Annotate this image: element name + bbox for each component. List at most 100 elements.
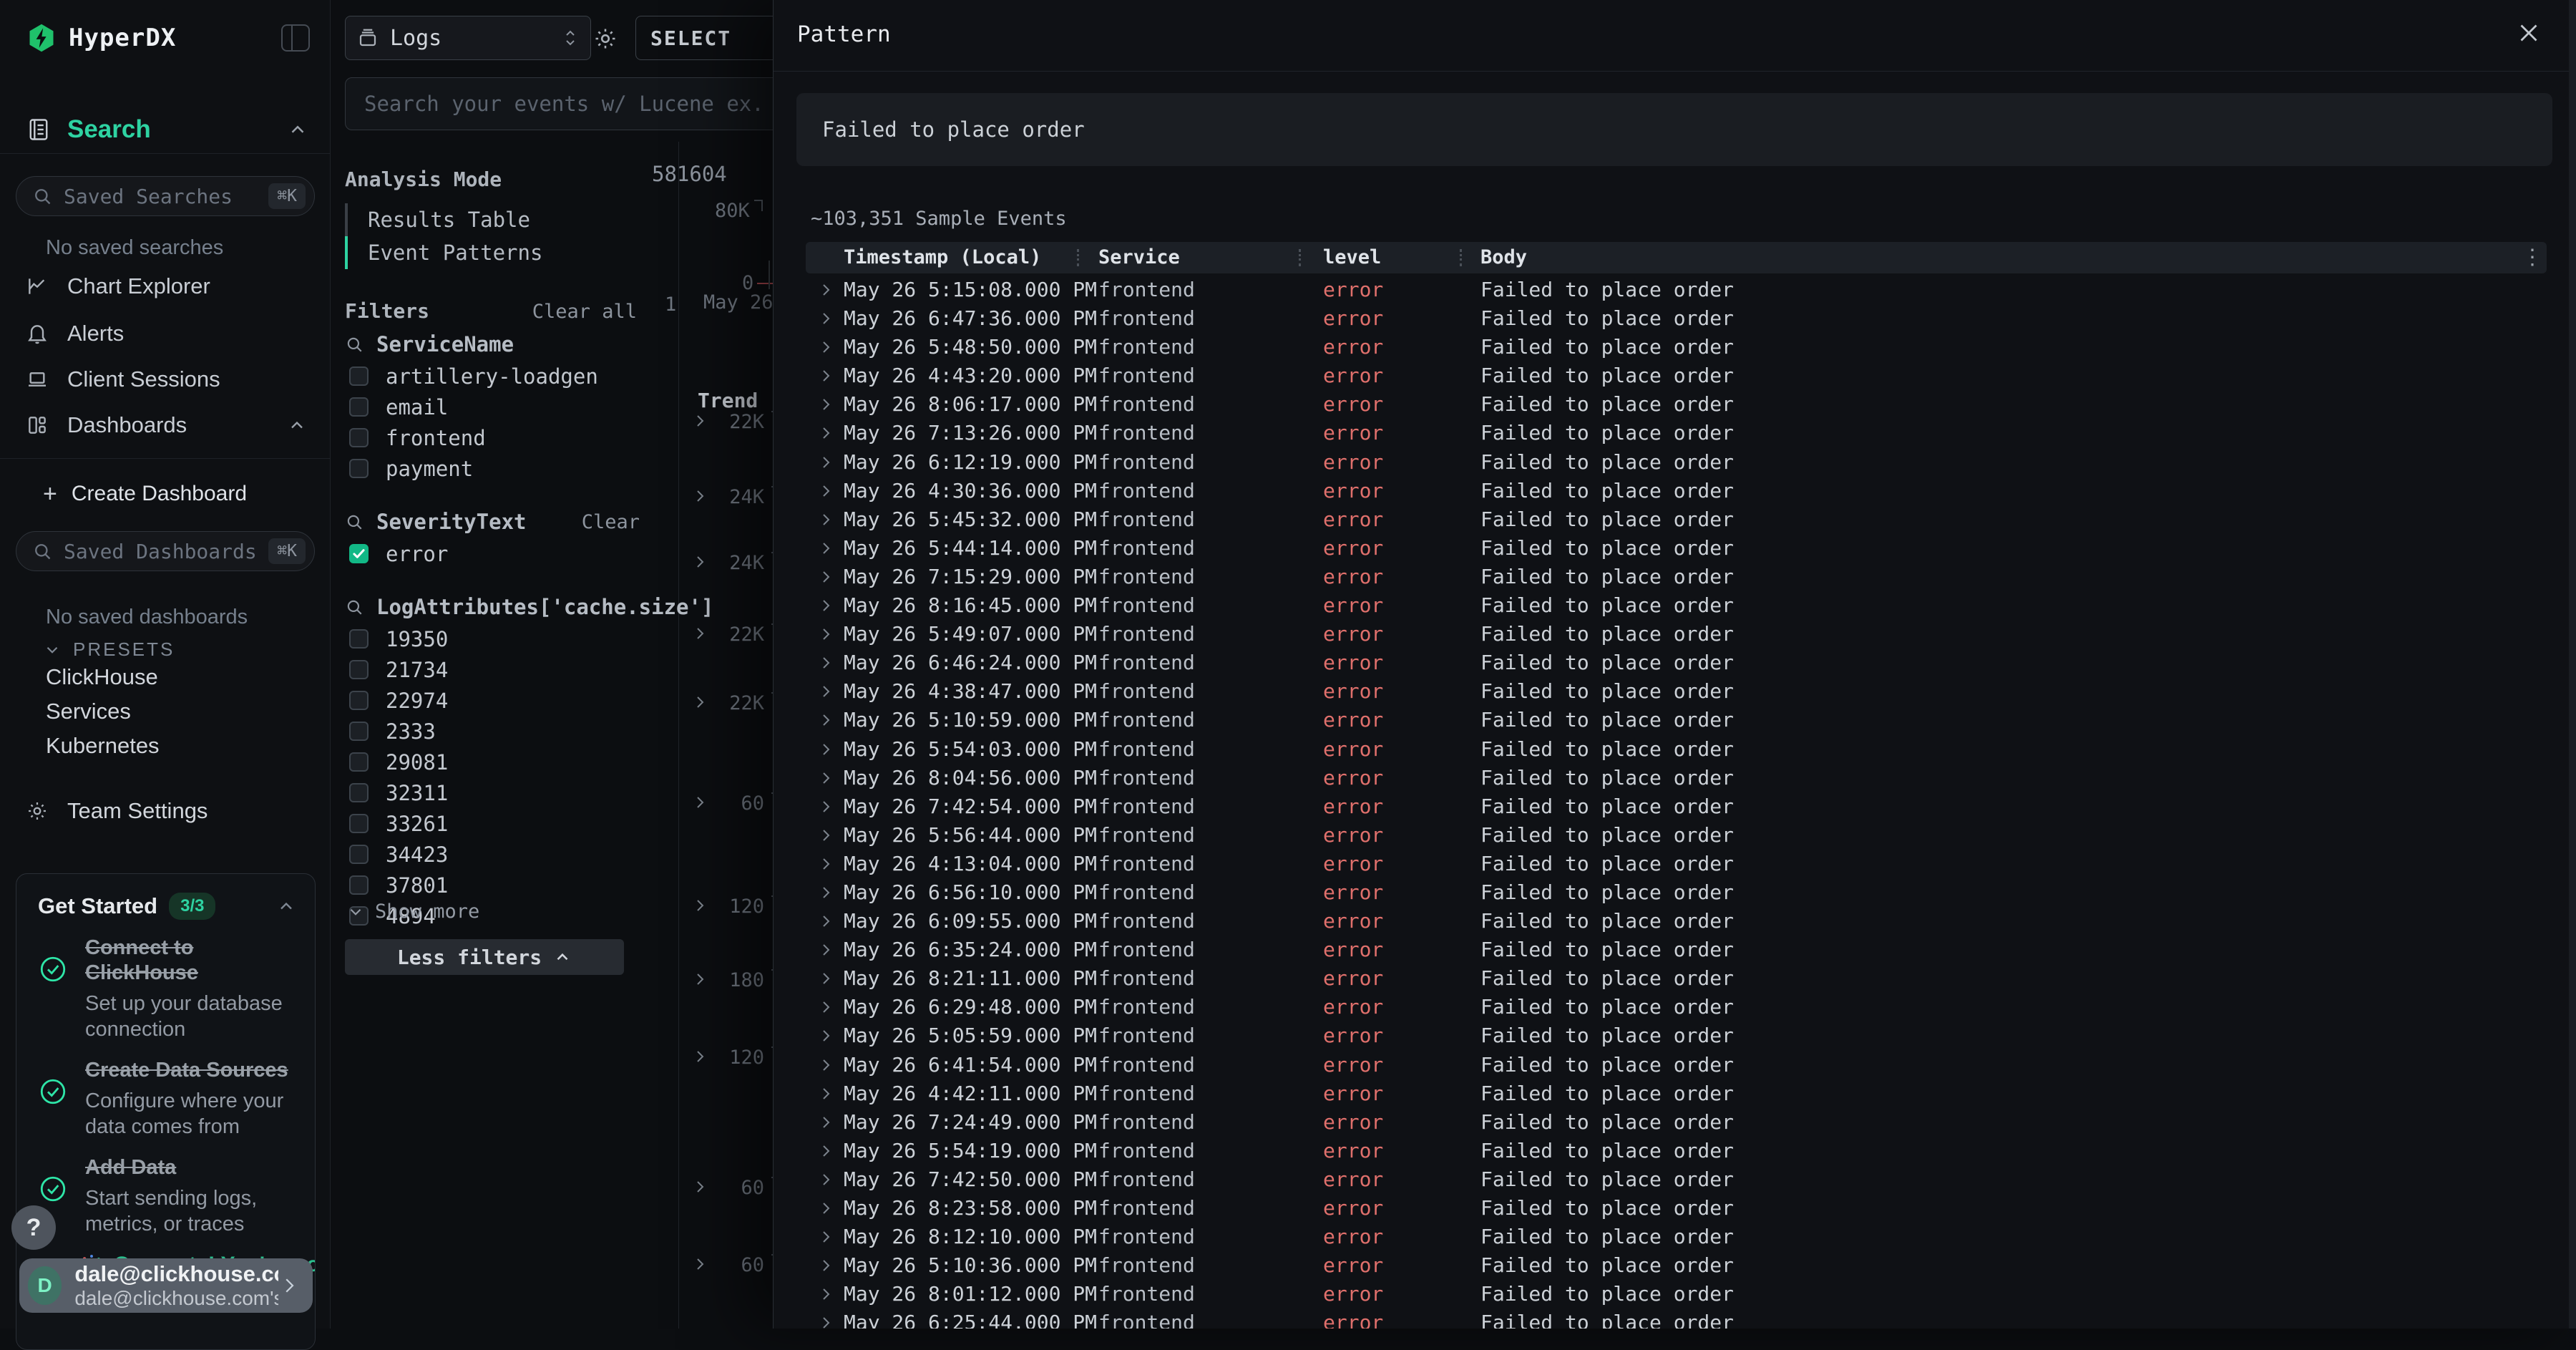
table-row[interactable]: May 26 6:25:44.000 PMfrontenderrorFailed… — [806, 1308, 2547, 1329]
close-icon[interactable] — [2516, 20, 2542, 46]
table-row[interactable]: May 26 5:45:32.000 PMfrontenderrorFailed… — [806, 505, 2547, 534]
row-expand-chevron-icon[interactable] — [817, 1314, 834, 1329]
checkbox-checked[interactable] — [349, 544, 369, 563]
table-row[interactable]: May 26 5:10:59.000 PMfrontenderrorFailed… — [806, 706, 2547, 734]
saved-searches-input[interactable]: Saved Searches ⌘K — [16, 176, 315, 216]
checkbox[interactable] — [349, 366, 369, 386]
table-row[interactable]: May 26 6:56:10.000 PMfrontenderrorFailed… — [806, 878, 2547, 907]
source-settings-gear-icon[interactable] — [592, 26, 618, 52]
filter-option[interactable]: payment — [345, 453, 640, 484]
table-row[interactable]: May 26 8:04:56.000 PMfrontenderrorFailed… — [806, 764, 2547, 792]
checkbox[interactable] — [349, 428, 369, 447]
mode-results-table[interactable]: Results Table — [345, 203, 530, 236]
table-row[interactable]: May 26 6:47:36.000 PMfrontenderrorFailed… — [806, 304, 2547, 333]
table-row[interactable]: May 26 4:42:11.000 PMfrontenderrorFailed… — [806, 1079, 2547, 1108]
checkbox[interactable] — [349, 814, 369, 833]
table-row[interactable]: May 26 4:43:20.000 PMfrontenderrorFailed… — [806, 361, 2547, 390]
scrollbar[interactable] — [2569, 0, 2576, 1329]
column-header-level[interactable]: level — [1323, 242, 1381, 273]
table-row[interactable]: May 26 4:13:04.000 PMfrontenderrorFailed… — [806, 850, 2547, 878]
checkbox[interactable] — [349, 752, 369, 772]
table-row[interactable]: May 26 5:54:19.000 PMfrontenderrorFailed… — [806, 1137, 2547, 1165]
table-row[interactable]: May 26 5:48:50.000 PMfrontenderrorFailed… — [806, 333, 2547, 361]
checkbox[interactable] — [349, 459, 369, 478]
filter-option[interactable]: 29081 — [345, 747, 640, 777]
column-resize-handle[interactable] — [1299, 249, 1301, 266]
table-row[interactable]: May 26 7:13:26.000 PMfrontenderrorFailed… — [806, 419, 2547, 447]
table-row[interactable]: May 26 6:29:48.000 PMfrontenderrorFailed… — [806, 993, 2547, 1021]
filter-option[interactable]: 2333 — [345, 716, 640, 747]
table-row[interactable]: May 26 6:35:24.000 PMfrontenderrorFailed… — [806, 936, 2547, 964]
sidebar-item-dashboards[interactable]: Dashboards — [0, 405, 330, 445]
checkbox[interactable] — [349, 783, 369, 802]
sidebar-item-team-settings[interactable]: Team Settings — [26, 793, 208, 829]
filter-option[interactable]: 22974 — [345, 685, 640, 716]
checkbox[interactable] — [349, 722, 369, 741]
saved-dashboards-input[interactable]: Saved Dashboards ⌘K — [16, 531, 315, 571]
column-resize-handle[interactable] — [1077, 249, 1079, 266]
sidebar-item-client-sessions[interactable]: Client Sessions — [0, 359, 330, 399]
presets-toggle[interactable]: PRESETS — [43, 638, 175, 661]
filter-option[interactable]: 21734 — [345, 654, 640, 685]
table-row[interactable]: May 26 7:15:29.000 PMfrontenderrorFailed… — [806, 563, 2547, 591]
column-header-service[interactable]: Service — [1098, 242, 1180, 273]
table-row[interactable]: May 26 8:21:11.000 PMfrontenderrorFailed… — [806, 964, 2547, 993]
checkbox[interactable] — [349, 629, 369, 649]
table-row[interactable]: May 26 6:12:19.000 PMfrontenderrorFailed… — [806, 448, 2547, 477]
filter-option[interactable]: 19350 — [345, 623, 640, 654]
get-started-item[interactable]: Connect to ClickHouse Set up your databa… — [16, 926, 315, 1048]
filter-option[interactable]: artillery-loadgen — [345, 361, 640, 392]
table-row[interactable]: May 26 7:24:49.000 PMfrontenderrorFailed… — [806, 1108, 2547, 1137]
help-button[interactable]: ? — [11, 1205, 56, 1250]
sidebar-item-alerts[interactable]: Alerts — [0, 314, 330, 354]
get-started-header[interactable]: Get Started 3/3 — [16, 874, 315, 926]
table-row[interactable]: May 26 5:44:14.000 PMfrontenderrorFailed… — [806, 534, 2547, 563]
event-search-input[interactable]: Search your events w/ Lucene ex. colu — [345, 77, 831, 130]
table-row[interactable]: May 26 8:06:17.000 PMfrontenderrorFailed… — [806, 390, 2547, 419]
clear-all-filters-link[interactable]: Clear all — [532, 301, 637, 323]
filter-option[interactable]: 33261 — [345, 808, 640, 839]
preset-kubernetes[interactable]: Kubernetes — [46, 733, 160, 759]
table-row[interactable]: May 26 7:42:50.000 PMfrontenderrorFailed… — [806, 1165, 2547, 1194]
filter-option[interactable]: email — [345, 392, 640, 422]
checkbox[interactable] — [349, 660, 369, 679]
checkbox[interactable] — [349, 875, 369, 895]
mode-event-patterns[interactable]: Event Patterns — [345, 236, 542, 269]
get-started-item[interactable]: Add Data Start sending logs, metrics, or… — [16, 1145, 315, 1243]
table-row[interactable]: May 26 8:16:45.000 PMfrontenderrorFailed… — [806, 591, 2547, 620]
get-started-item[interactable]: Create Data Sources Configure where your… — [16, 1048, 315, 1145]
table-options-kebab-icon[interactable]: ⋮ — [2522, 245, 2543, 271]
filter-option[interactable]: 34423 — [345, 839, 640, 870]
sidebar-collapse-icon[interactable] — [281, 24, 310, 52]
column-header-body[interactable]: Body — [1480, 242, 1527, 273]
checkbox[interactable] — [349, 397, 369, 417]
filter-option[interactable]: error — [345, 538, 640, 569]
create-dashboard-button[interactable]: + Create Dashboard — [43, 477, 247, 511]
less-filters-button[interactable]: Less filters — [345, 939, 624, 975]
table-row[interactable]: May 26 8:01:12.000 PMfrontenderrorFailed… — [806, 1280, 2547, 1308]
table-row[interactable]: May 26 4:38:47.000 PMfrontenderrorFailed… — [806, 677, 2547, 706]
table-row[interactable]: May 26 5:10:36.000 PMfrontenderrorFailed… — [806, 1251, 2547, 1280]
table-row[interactable]: May 26 8:12:10.000 PMfrontenderrorFailed… — [806, 1223, 2547, 1251]
checkbox[interactable] — [349, 845, 369, 864]
filter-option[interactable]: 32311 — [345, 777, 640, 808]
sidebar-item-search[interactable]: Search — [26, 112, 308, 147]
preset-services[interactable]: Services — [46, 699, 131, 724]
filter-option[interactable]: 37801 — [345, 870, 640, 900]
table-row[interactable]: May 26 6:41:54.000 PMfrontenderrorFailed… — [806, 1051, 2547, 1079]
table-row[interactable]: May 26 5:49:07.000 PMfrontenderrorFailed… — [806, 620, 2547, 649]
table-row[interactable]: May 26 7:42:54.000 PMfrontenderrorFailed… — [806, 792, 2547, 821]
preset-clickhouse[interactable]: ClickHouse — [46, 664, 158, 690]
table-row[interactable]: May 26 6:46:24.000 PMfrontenderrorFailed… — [806, 649, 2547, 677]
user-account-button[interactable]: D dale@clickhouse.com dale@clickhouse.co… — [19, 1258, 313, 1313]
column-resize-handle[interactable] — [1460, 249, 1462, 266]
show-more-toggle[interactable]: Show more — [346, 900, 479, 923]
table-row[interactable]: May 26 6:09:55.000 PMfrontenderrorFailed… — [806, 907, 2547, 936]
table-row[interactable]: May 26 8:23:58.000 PMfrontenderrorFailed… — [806, 1194, 2547, 1223]
checkbox[interactable] — [349, 691, 369, 710]
source-select[interactable]: Logs — [345, 16, 591, 60]
table-row[interactable]: May 26 5:05:59.000 PMfrontenderrorFailed… — [806, 1021, 2547, 1050]
filter-clear-link[interactable]: Clear — [582, 511, 640, 533]
column-header-timestamp[interactable]: Timestamp (Local) — [844, 242, 1041, 273]
table-row[interactable]: May 26 5:15:08.000 PMfrontenderrorFailed… — [806, 276, 2547, 304]
